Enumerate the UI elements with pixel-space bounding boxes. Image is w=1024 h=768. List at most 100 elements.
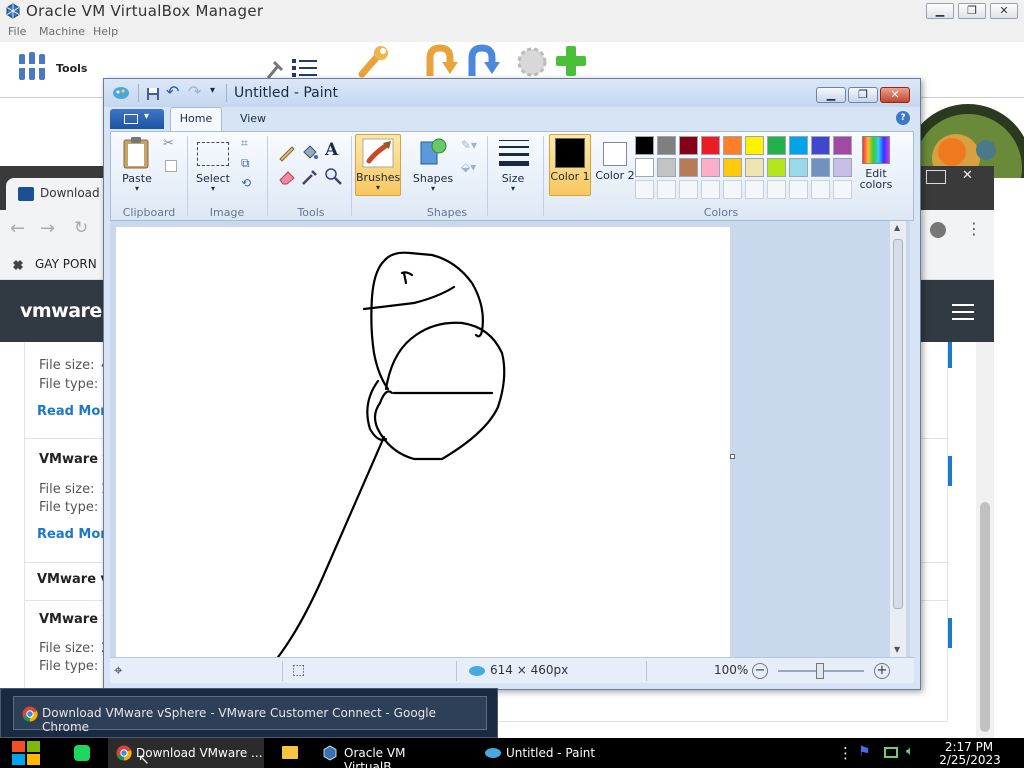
palette-swatch[interactable]	[679, 158, 698, 177]
size-button[interactable]: Size ▾	[493, 136, 533, 194]
tools-icon[interactable]	[16, 50, 48, 84]
palette-swatch-empty[interactable]	[745, 180, 764, 199]
minimize-button[interactable]: ▁	[926, 3, 954, 19]
zoom-slider-thumb[interactable]	[816, 663, 824, 679]
taskbar-item-chrome[interactable]: Download VMware ... ↖	[108, 738, 264, 768]
help-icon[interactable]: ?	[896, 111, 910, 125]
paint-restore-button[interactable]: ❐	[848, 87, 878, 103]
palette-swatch-empty[interactable]	[789, 180, 808, 199]
color-picker-icon[interactable]	[300, 166, 320, 186]
add-plus-icon[interactable]	[554, 44, 588, 78]
maximize-button[interactable]: ❐	[958, 3, 986, 19]
menu-file[interactable]: File	[8, 25, 26, 38]
paint-close-button[interactable]: ✕	[880, 87, 910, 103]
palette-swatch[interactable]	[635, 136, 654, 155]
redo-icon[interactable]: ↷	[188, 82, 201, 101]
fill-bucket-icon[interactable]	[300, 142, 320, 162]
file-menu-button[interactable]: ▾	[110, 109, 164, 129]
palette-swatch[interactable]	[679, 136, 698, 155]
magnifier-icon[interactable]	[323, 166, 343, 186]
palette-swatch-empty[interactable]	[833, 180, 852, 199]
chrome-close-icon[interactable]: ✕	[962, 168, 973, 183]
palette-swatch[interactable]	[745, 158, 764, 177]
palette-swatch[interactable]	[789, 136, 808, 155]
green-app-icon[interactable]	[74, 745, 90, 761]
start-windows-icon[interactable]	[10, 740, 42, 766]
item-heading[interactable]: VMware v	[39, 612, 111, 627]
paint-app-icon[interactable]	[112, 86, 130, 100]
reload-icon[interactable]: ↻	[74, 218, 88, 238]
shapes-button[interactable]: Shapes ▾	[411, 136, 455, 194]
drawing-canvas[interactable]	[116, 227, 730, 657]
palette-swatch[interactable]	[767, 158, 786, 177]
zoom-out-icon[interactable]: −	[752, 663, 768, 679]
palette-swatch[interactable]	[657, 136, 676, 155]
palette-swatch[interactable]	[701, 136, 720, 155]
tray-overflow-icon[interactable]: ⋮	[838, 744, 853, 762]
palette-swatch-empty[interactable]	[723, 180, 742, 199]
volume-icon[interactable]: 🔈︎	[906, 744, 914, 759]
fill-icon[interactable]: ⬙▾	[461, 160, 476, 174]
scroll-up-icon[interactable]: ▲	[894, 223, 900, 232]
bookmark-item[interactable]: GAY PORN	[35, 257, 97, 271]
tab-view[interactable]: View	[228, 107, 278, 131]
settings-list-icon[interactable]	[264, 56, 320, 80]
palette-swatch-empty[interactable]	[657, 180, 676, 199]
edit-colors-button[interactable]: Edit colors	[855, 134, 897, 196]
discard-arrow-icon[interactable]	[422, 44, 458, 78]
tooltip-window-item[interactable]: Download VMware vSphere - VMware Custome…	[13, 696, 487, 734]
settings-wrench-icon[interactable]	[356, 44, 392, 78]
palette-swatch-empty[interactable]	[635, 180, 654, 199]
color2-button[interactable]: Color 2	[595, 134, 635, 196]
select-button[interactable]: Select ▾	[193, 136, 233, 194]
clock-time[interactable]: 2:17 PM	[944, 740, 994, 754]
file-explorer-icon[interactable]	[282, 746, 298, 759]
virtualbox-titlebar[interactable]: Oracle VM VirtualBox Manager ▁ ❐ ✕	[0, 0, 1024, 22]
scroll-down-icon[interactable]: ▼	[894, 645, 900, 654]
back-arrow-icon[interactable]: ←	[10, 218, 25, 239]
canvas-resize-handle[interactable]	[730, 454, 735, 459]
gear-icon[interactable]	[516, 46, 548, 78]
palette-swatch[interactable]	[811, 158, 830, 177]
profile-avatar-icon[interactable]	[930, 222, 946, 238]
paint-vertical-scrollbar[interactable]: ▲ ▼	[890, 221, 906, 657]
item-heading[interactable]: VMware v	[39, 452, 111, 467]
undo-icon[interactable]: ↶	[166, 82, 179, 101]
rotate-icon[interactable]: ⟲	[241, 176, 251, 190]
palette-swatch[interactable]	[701, 158, 720, 177]
start-arrow-icon[interactable]	[464, 44, 500, 78]
brushes-button[interactable]: Brushes ▾	[355, 134, 401, 196]
eraser-icon[interactable]	[277, 166, 297, 186]
vmware-logo[interactable]: vmware	[20, 300, 102, 322]
palette-swatch[interactable]	[767, 136, 786, 155]
palette-swatch[interactable]	[723, 158, 742, 177]
hamburger-menu-icon[interactable]	[952, 304, 974, 320]
paint-scrollbar-thumb[interactable]	[893, 239, 903, 609]
close-button[interactable]: ✕	[990, 3, 1018, 19]
tab-home[interactable]: Home	[170, 107, 222, 131]
text-tool-icon[interactable]: A	[325, 140, 338, 160]
palette-swatch-empty[interactable]	[811, 180, 830, 199]
palette-swatch[interactable]	[789, 158, 808, 177]
chrome-maximize-icon[interactable]	[926, 170, 946, 184]
color1-button[interactable]: Color 1	[549, 134, 591, 196]
cut-icon[interactable]: ✂	[163, 136, 174, 151]
action-center-flag-icon[interactable]: ⚑	[858, 744, 871, 760]
palette-swatch-empty[interactable]	[701, 180, 720, 199]
paste-button[interactable]: Paste ▾	[117, 136, 157, 194]
palette-swatch[interactable]	[635, 158, 654, 177]
chrome-scrollbar[interactable]	[976, 342, 994, 738]
taskbar-item-paint[interactable]: Untitled - Paint	[478, 738, 608, 768]
palette-swatch[interactable]	[833, 158, 852, 177]
menu-machine[interactable]: Machine	[39, 25, 85, 38]
menu-help[interactable]: Help	[93, 25, 118, 38]
chrome-menu-icon[interactable]: ⋮	[966, 219, 982, 238]
palette-swatch[interactable]	[811, 136, 830, 155]
palette-swatch-empty[interactable]	[679, 180, 698, 199]
palette-swatch[interactable]	[833, 136, 852, 155]
forward-arrow-icon[interactable]: →	[40, 218, 55, 239]
pencil-icon[interactable]	[277, 142, 297, 162]
palette-swatch[interactable]	[657, 158, 676, 177]
copy-icon[interactable]	[165, 160, 177, 172]
palette-swatch[interactable]	[723, 136, 742, 155]
